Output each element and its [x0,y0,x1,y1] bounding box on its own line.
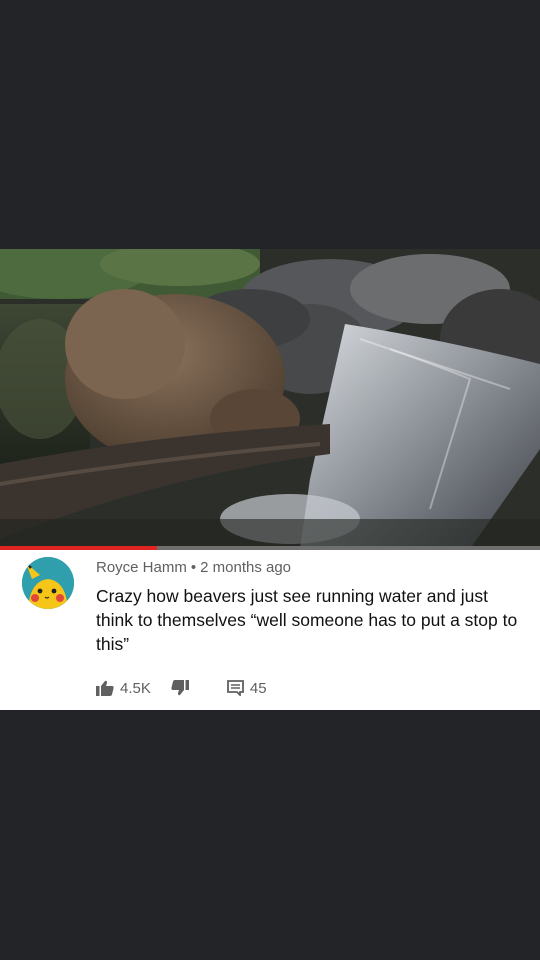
comment-card: Royce Hamm • 2 months ago Crazy how beaver… [0,550,540,710]
pikachu-avatar[interactable] [22,557,74,609]
comment-meta: Royce Hamm • 2 months ago [96,559,291,576]
thumbs-down-icon[interactable] [171,680,189,696]
comment-text: Crazy how beavers just see running water… [96,586,518,654]
reply-count: 45 [249,679,267,697]
thumbs-up-icon[interactable] [96,680,114,696]
video-frame[interactable] [0,249,540,549]
comment-actions: 4.5K 45 [96,676,267,700]
comment-author[interactable]: Royce Hamm [96,559,187,576]
comment-time: 2 months ago [200,559,292,576]
comment-icon[interactable] [226,680,244,696]
meta-separator: • [190,559,197,576]
like-count: 4.5K [120,679,151,697]
video-thumbnail [0,249,540,549]
